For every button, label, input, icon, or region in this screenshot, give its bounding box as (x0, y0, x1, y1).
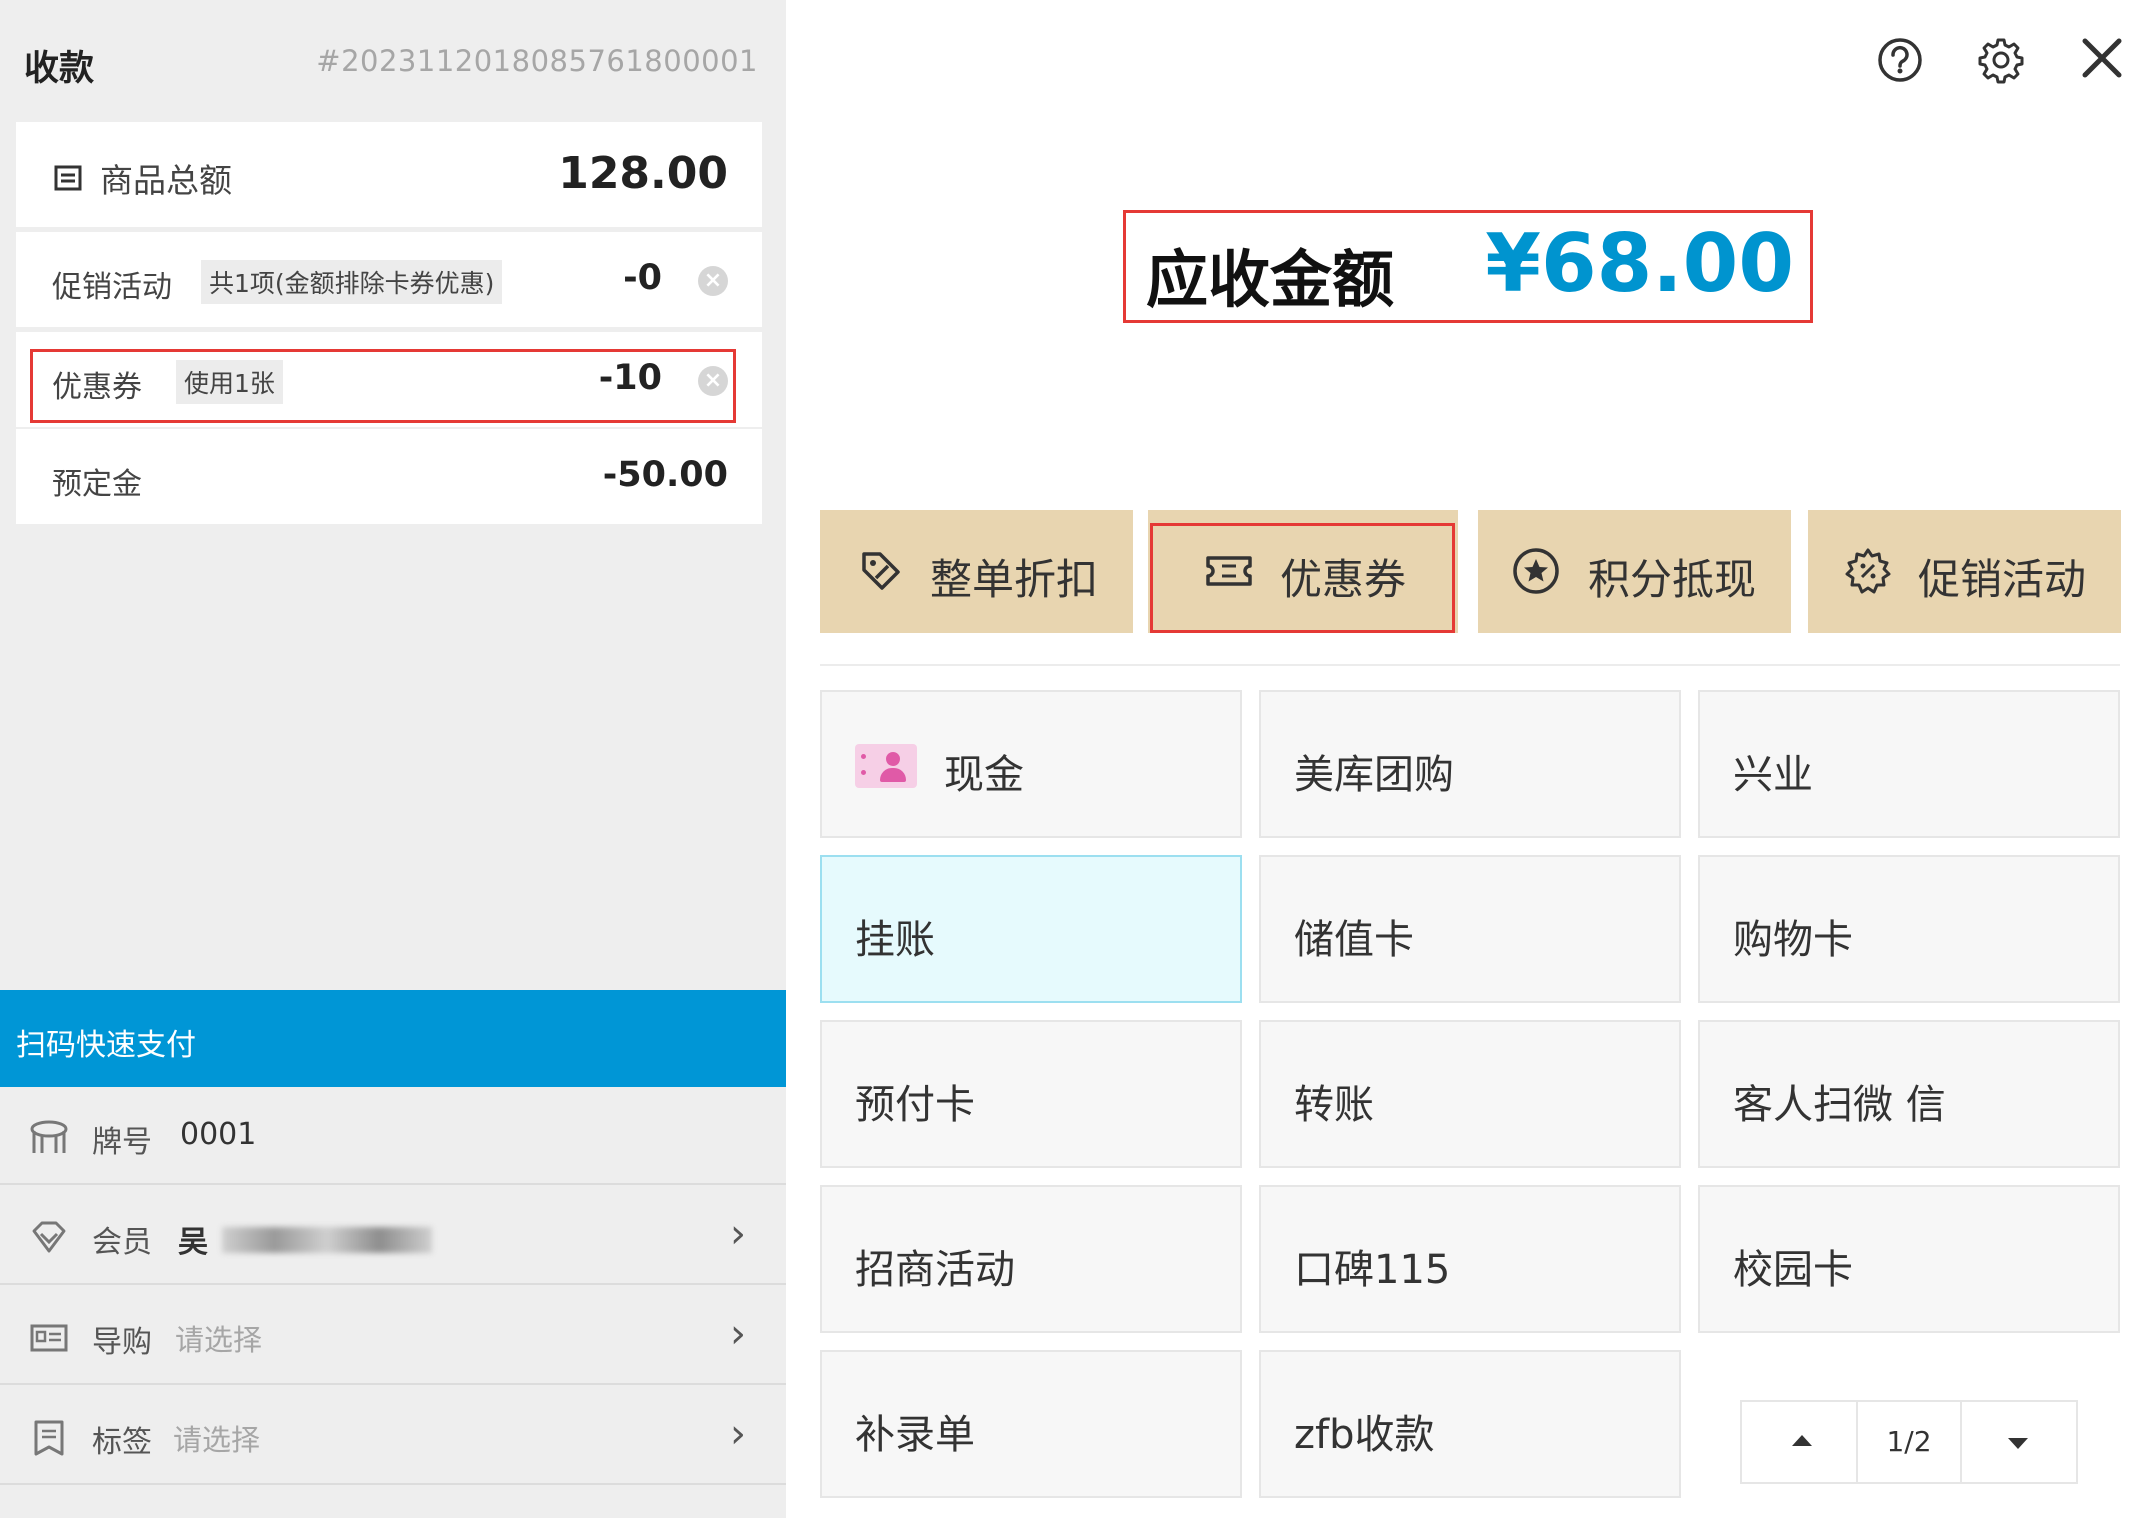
coupon-highlight-box (30, 349, 736, 423)
tag-placeholder: 请选择 (173, 1423, 261, 1457)
star-circle-icon (1513, 548, 1559, 594)
promotion-amount: -0 (623, 258, 662, 298)
deposit-amount: -50.00 (602, 455, 728, 495)
chevron-right-icon: › (730, 1411, 746, 1457)
payment-label: 客人扫微 信 (1733, 1082, 1946, 1128)
shopping-guide-label: 导购 (92, 1325, 152, 1360)
payment-pager: 1/2 (1740, 1400, 2078, 1484)
member-row[interactable]: 会员 吴 › (0, 1187, 786, 1285)
settings-icon[interactable] (1977, 36, 2025, 84)
tag-label: 标签 (92, 1425, 152, 1460)
page-title: 收款 (24, 49, 95, 89)
help-icon[interactable] (1876, 36, 1924, 84)
payment-cmb-activity[interactable]: 招商活动 (820, 1185, 1242, 1333)
payment-label: 口碑115 (1294, 1247, 1451, 1293)
payment-meiku-groupbuy[interactable]: 美库团购 (1259, 690, 1681, 838)
points-redeem-label: 积分抵现 (1588, 555, 1757, 604)
table-number-value: 0001 (180, 1117, 257, 1152)
items-total-text: 商品总额 (100, 161, 232, 200)
promotion-button-label: 促销活动 (1918, 555, 2087, 604)
tag-row[interactable]: 标签 请选择 › (0, 1387, 786, 1485)
chevron-right-icon: › (730, 1211, 746, 1257)
shopping-guide-placeholder: 请选择 (175, 1323, 263, 1357)
divider (820, 664, 2120, 666)
items-total-amount: 128.00 (558, 148, 728, 199)
payment-prepaid-card[interactable]: 预付卡 (820, 1020, 1242, 1168)
member-phone-redacted (222, 1227, 432, 1253)
payment-label: 储值卡 (1294, 917, 1414, 963)
scan-pay-bar[interactable]: 扫码快速支付 (0, 990, 786, 1087)
items-total-row: 商品总额 128.00 (16, 122, 762, 227)
deposit-label: 预定金 (52, 467, 142, 502)
checkout-panel: 收款 #2023112018085761800001 商品总额 128.00 促… (0, 0, 786, 1518)
payment-cash-label: 现金 (944, 752, 1024, 798)
promo-gear-icon (1845, 548, 1891, 594)
payment-stored-value-card[interactable]: 储值卡 (1259, 855, 1681, 1003)
payment-label: 补录单 (855, 1412, 975, 1458)
member-name: 吴 (178, 1225, 208, 1260)
list-icon (54, 165, 82, 191)
bookmark-icon (34, 1420, 64, 1456)
discount-tag-icon (862, 552, 900, 590)
payment-label: 校园卡 (1733, 1247, 1853, 1293)
promotion-label: 促销活动 (52, 270, 172, 305)
member-label: 会员 (92, 1225, 152, 1260)
payment-transfer[interactable]: 转账 (1259, 1020, 1681, 1168)
chevron-right-icon: › (730, 1311, 746, 1357)
cash-icon (855, 744, 917, 788)
table-icon (30, 1120, 68, 1153)
payment-koubei[interactable]: 口碑115 (1259, 1185, 1681, 1333)
payment-on-account[interactable]: 挂账 (820, 855, 1242, 1003)
payment-xingye[interactable]: 兴业 (1698, 690, 2120, 838)
deposit-row: 预定金 -50.00 (16, 429, 762, 524)
close-icon[interactable] (2080, 36, 2124, 80)
payment-zfb[interactable]: zfb收款 (1259, 1350, 1681, 1498)
payment-label: 挂账 (855, 917, 935, 963)
payment-label: 招商活动 (855, 1247, 1015, 1293)
checkout-header: 收款 #2023112018085761800001 (24, 40, 758, 89)
whole-order-discount-label: 整单折扣 (930, 555, 1099, 604)
caret-up-icon (1792, 1435, 1812, 1446)
promotion-row[interactable]: 促销活动 共1项(金额排除卡券优惠) -0 × (16, 232, 762, 327)
page-down-button[interactable] (1962, 1402, 2076, 1482)
scan-pay-label: 扫码快速支付 (16, 1028, 196, 1063)
shopping-guide-row[interactable]: 导购 请选择 › (0, 1287, 786, 1385)
order-number: #2023112018085761800001 (316, 44, 758, 78)
promotion-button[interactable]: 促销活动 (1808, 510, 2121, 633)
table-number-label: 牌号 (92, 1125, 152, 1160)
payment-label: 转账 (1294, 1082, 1374, 1128)
payment-shopping-card[interactable]: 购物卡 (1698, 855, 2120, 1003)
receivable-amount-box: 应收金额 ¥68.00 (1123, 210, 1813, 323)
receivable-amount: ¥68.00 (1485, 217, 1794, 310)
diamond-icon (32, 1221, 66, 1253)
caret-down-icon (2008, 1438, 2028, 1449)
remove-promotion-icon[interactable]: × (698, 266, 728, 296)
payment-cash[interactable]: 现金 (820, 690, 1242, 838)
payment-supplement-order[interactable]: 补录单 (820, 1350, 1242, 1498)
payment-label: 预付卡 (855, 1082, 975, 1128)
table-number-row: 牌号 0001 (0, 1087, 786, 1185)
whole-order-discount-button[interactable]: 整单折扣 (820, 510, 1133, 633)
receivable-label: 应收金额 (1146, 243, 1395, 316)
points-redeem-button[interactable]: 积分抵现 (1478, 510, 1791, 633)
payment-guest-scan-wechat[interactable]: 客人扫微 信 (1698, 1020, 2120, 1168)
payment-label: zfb收款 (1294, 1412, 1435, 1458)
page-up-button[interactable] (1742, 1402, 1858, 1482)
payment-campus-card[interactable]: 校园卡 (1698, 1185, 2120, 1333)
payment-label: 兴业 (1733, 752, 1813, 798)
coupon-button-highlight-box (1150, 523, 1455, 633)
promotion-tag: 共1项(金额排除卡券优惠) (201, 260, 503, 304)
payment-label: 购物卡 (1733, 917, 1853, 963)
payment-label: 美库团购 (1294, 752, 1454, 798)
page-indicator: 1/2 (1858, 1402, 1962, 1482)
items-total-label: 商品总额 (52, 154, 232, 202)
id-card-icon (30, 1324, 68, 1352)
